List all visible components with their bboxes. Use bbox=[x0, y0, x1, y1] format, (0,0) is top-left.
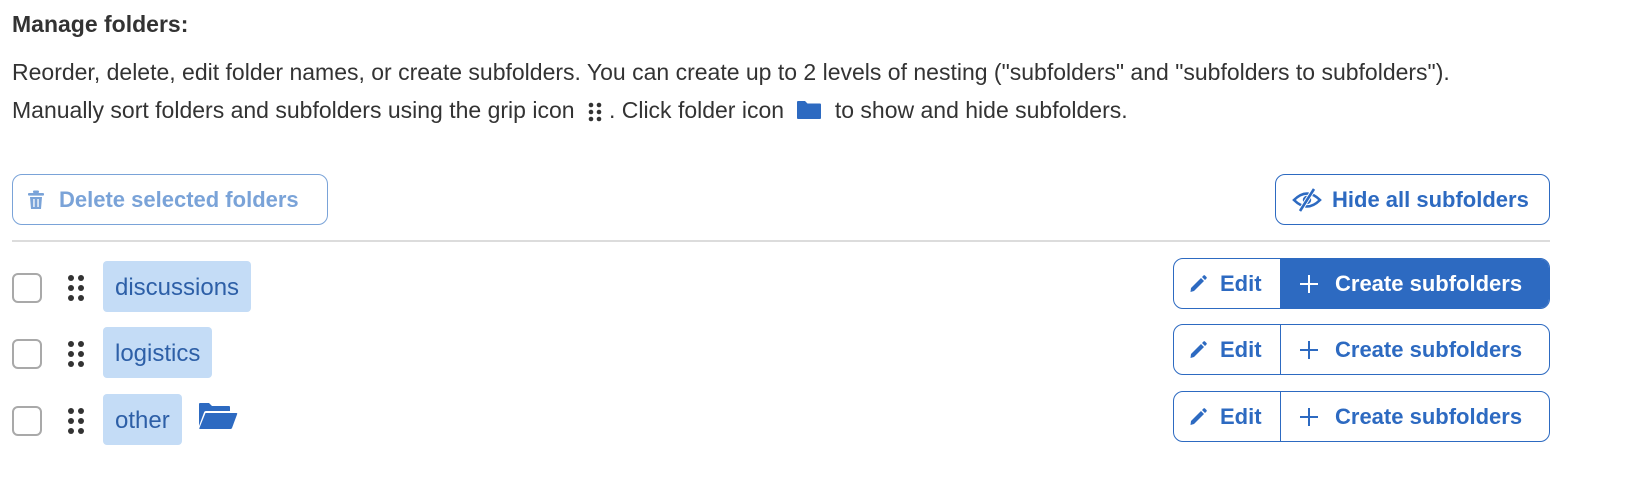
create-subfolders-label: Create subfolders bbox=[1335, 403, 1523, 429]
delete-selected-folders-button[interactable]: Delete selected folders bbox=[12, 174, 328, 225]
plus-icon bbox=[1299, 274, 1319, 294]
folder-select-checkbox[interactable] bbox=[12, 273, 42, 303]
plus-icon bbox=[1299, 407, 1319, 427]
folder-actions: Edit Create subfolders bbox=[1173, 258, 1550, 309]
folder-select-checkbox[interactable] bbox=[12, 339, 42, 369]
folder-select-checkbox[interactable] bbox=[12, 406, 42, 436]
trash-icon bbox=[27, 190, 45, 210]
eye-slash-icon bbox=[1292, 187, 1322, 212]
folder-name[interactable]: other bbox=[103, 394, 182, 445]
hide-all-subfolders-button[interactable]: Hide all subfolders bbox=[1275, 174, 1550, 225]
instructions-text-3: to show and hide subfolders. bbox=[834, 97, 1128, 123]
plus-icon bbox=[1299, 340, 1319, 360]
create-subfolders-button[interactable]: Create subfolders bbox=[1281, 392, 1549, 441]
folder-name[interactable]: discussions bbox=[103, 261, 252, 312]
grip-icon[interactable] bbox=[67, 407, 85, 435]
edit-label: Edit bbox=[1220, 403, 1262, 429]
folder-actions: Edit Create subfolders bbox=[1173, 324, 1550, 375]
instructions-text-2: . Click folder icon bbox=[608, 97, 785, 123]
delete-selected-folders-label: Delete selected folders bbox=[59, 186, 299, 212]
divider bbox=[12, 240, 1550, 242]
folder-actions: Edit Create subfolders bbox=[1173, 391, 1550, 442]
folder-icon bbox=[796, 93, 822, 119]
create-subfolders-label: Create subfolders bbox=[1335, 270, 1523, 296]
folder-row: logistics Edit Create subfolders bbox=[12, 324, 1550, 379]
hide-all-subfolders-label: Hide all subfolders bbox=[1332, 186, 1529, 212]
edit-button[interactable]: Edit bbox=[1174, 325, 1281, 374]
folder-open-icon[interactable] bbox=[198, 402, 238, 430]
folder-name[interactable]: logistics bbox=[103, 327, 213, 378]
grip-icon bbox=[587, 95, 603, 122]
pencil-icon bbox=[1188, 274, 1208, 294]
create-subfolders-button[interactable]: Create subfolders bbox=[1281, 259, 1549, 308]
pencil-icon bbox=[1188, 340, 1208, 360]
folder-row: other Edit Create subfolders bbox=[12, 391, 1550, 446]
create-subfolders-button[interactable]: Create subfolders bbox=[1281, 325, 1549, 374]
edit-label: Edit bbox=[1220, 270, 1262, 296]
pencil-icon bbox=[1188, 407, 1208, 427]
create-subfolders-label: Create subfolders bbox=[1335, 336, 1523, 362]
instructions: Reorder, delete, edit folder names, or c… bbox=[12, 53, 1542, 129]
edit-label: Edit bbox=[1220, 336, 1262, 362]
edit-button[interactable]: Edit bbox=[1174, 392, 1281, 441]
page-title: Manage folders: bbox=[12, 11, 189, 37]
folder-row: discussions Edit Create subfolders bbox=[12, 258, 1550, 313]
grip-icon[interactable] bbox=[67, 274, 85, 302]
grip-icon[interactable] bbox=[67, 340, 85, 368]
edit-button[interactable]: Edit bbox=[1174, 259, 1281, 308]
